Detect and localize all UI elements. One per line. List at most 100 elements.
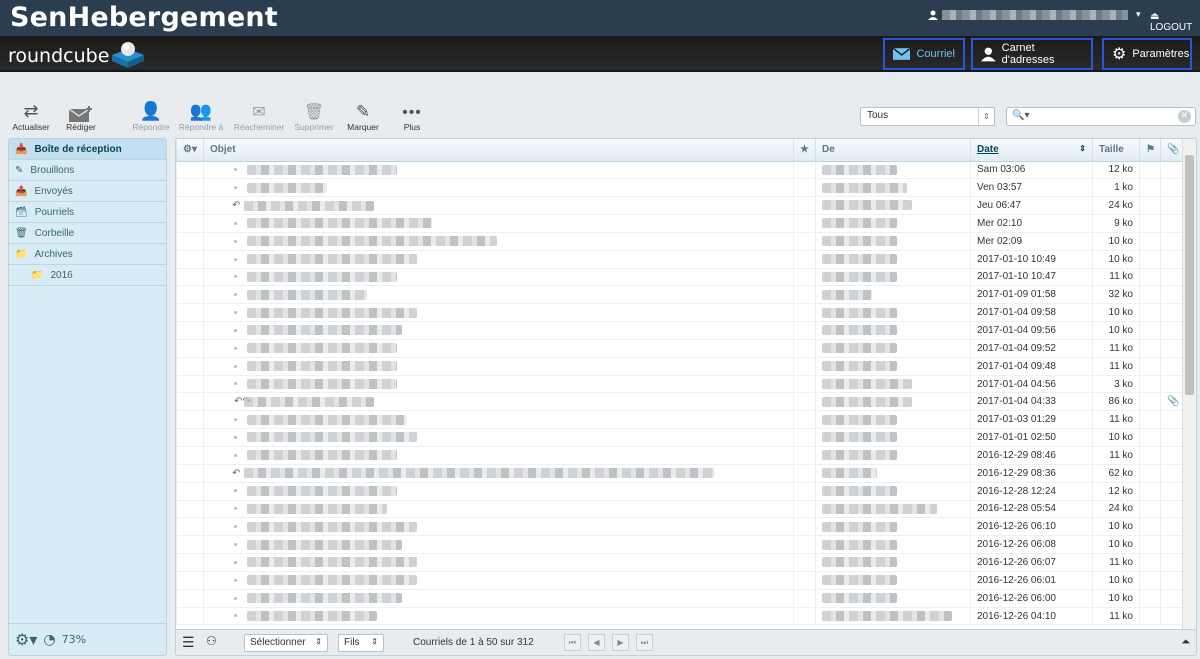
row-star[interactable] (793, 517, 816, 537)
row-star[interactable] (793, 339, 816, 358)
attachment-icon[interactable]: 📎 (1160, 139, 1185, 162)
row-flag[interactable] (1139, 196, 1161, 216)
row-flag[interactable] (1139, 321, 1161, 340)
table-row[interactable]: 2016-12-28 05:54 24 ko (176, 500, 1185, 519)
table-row[interactable]: 2017-01-04 09:48 11 ko (176, 357, 1185, 376)
row-flag[interactable] (1139, 607, 1161, 626)
row-star[interactable] (793, 232, 816, 251)
flag-icon[interactable]: ⚑ (1139, 139, 1161, 162)
more-button[interactable]: ••• Plus (386, 100, 438, 132)
row-flag[interactable] (1139, 268, 1161, 287)
row-flag[interactable] (1139, 589, 1161, 608)
row-star[interactable] (793, 482, 816, 501)
row-star[interactable] (793, 214, 816, 233)
table-row[interactable]: Mer 02:09 10 ko (176, 232, 1185, 251)
reply-all-button[interactable]: 👥 Répondre à (175, 100, 227, 132)
row-star[interactable] (793, 500, 816, 519)
row-flag[interactable] (1139, 375, 1161, 394)
row-star[interactable] (793, 410, 816, 430)
row-star[interactable] (793, 321, 816, 340)
compose-button[interactable]: Rédiger (55, 100, 107, 132)
table-row[interactable]: 2017-01-01 02:50 10 ko (176, 428, 1185, 447)
search-input[interactable]: 🔍▾ ✕ (1006, 107, 1196, 126)
column-date[interactable]: Date ⇕ (970, 139, 1093, 162)
row-star[interactable] (793, 375, 816, 394)
folder-archives[interactable]: 📁 Archives (9, 244, 166, 265)
row-star[interactable] (793, 589, 816, 608)
row-flag[interactable] (1139, 410, 1161, 430)
list-scrollbar[interactable] (1182, 139, 1196, 631)
next-page-button[interactable]: ▶ (612, 634, 629, 651)
row-flag[interactable] (1139, 357, 1161, 376)
row-flag[interactable] (1139, 250, 1161, 269)
row-flag[interactable] (1139, 285, 1161, 305)
row-star[interactable] (793, 196, 816, 216)
table-row[interactable]: ↶ 2016-12-29 08:36 62 ko (176, 464, 1185, 483)
nav-mail[interactable]: Courriel (883, 38, 965, 70)
delete-button[interactable]: 🗑 Supprimer (288, 100, 340, 132)
list-view-icon[interactable]: ☰ (182, 634, 195, 651)
row-star[interactable] (793, 535, 816, 555)
table-row[interactable]: 2016-12-26 06:08 10 ko (176, 535, 1185, 555)
scrollbar-thumb[interactable] (1185, 155, 1194, 395)
clear-search-icon[interactable]: ✕ (1178, 110, 1191, 123)
row-flag[interactable] (1139, 464, 1161, 483)
table-row[interactable]: 2017-01-04 09:52 11 ko (176, 339, 1185, 358)
row-flag[interactable] (1139, 392, 1161, 412)
row-flag[interactable] (1139, 500, 1161, 519)
row-flag[interactable] (1139, 553, 1161, 572)
threads-view-icon[interactable]: ⚇ (206, 634, 217, 648)
row-star[interactable] (793, 178, 816, 198)
row-flag[interactable] (1139, 303, 1161, 323)
row-flag[interactable] (1139, 339, 1161, 358)
select-dropdown[interactable]: Sélectionner ⇕ (244, 634, 328, 652)
star-icon[interactable]: ★ (793, 139, 816, 162)
row-flag[interactable] (1139, 517, 1161, 537)
row-flag[interactable] (1139, 571, 1161, 590)
list-options-gear-icon[interactable]: ⚙▾ (176, 139, 204, 162)
table-row[interactable]: 2016-12-28 12:24 12 ko (176, 482, 1185, 501)
table-row[interactable]: 2016-12-26 06:10 10 ko (176, 517, 1185, 537)
table-row[interactable]: 2017-01-03 01:29 11 ko (176, 410, 1185, 430)
row-star[interactable] (793, 161, 816, 180)
logout-link[interactable]: ⏏ LOGOUT (1150, 11, 1200, 33)
threads-dropdown[interactable]: Fils ⇕ (338, 634, 384, 652)
row-flag[interactable] (1139, 161, 1161, 180)
table-row[interactable]: 2016-12-26 06:00 10 ko (176, 589, 1185, 608)
user-menu[interactable]: ▾ (928, 10, 1141, 20)
reply-button[interactable]: 👤 Répondre (125, 100, 177, 132)
folder-junk[interactable]: 🗃 Pourriels (9, 202, 166, 223)
row-flag[interactable] (1139, 428, 1161, 447)
table-row[interactable]: 2016-12-26 04:10 11 ko (176, 607, 1185, 626)
folder-trash[interactable]: 🗑 Corbeille (9, 223, 166, 244)
row-star[interactable] (793, 571, 816, 590)
table-row[interactable]: Ven 03:57 1 ko (176, 178, 1185, 198)
folder-drafts[interactable]: ✎ Brouillons (9, 160, 166, 181)
table-row[interactable]: 2017-01-04 09:56 10 ko (176, 321, 1185, 340)
filter-select[interactable]: Tous ⇕ (860, 107, 995, 126)
first-page-button[interactable]: ⏮ (564, 634, 581, 651)
folder-inbox[interactable]: 📥 Boîte de réception (9, 139, 166, 160)
table-row[interactable]: ↶↷ 2017-01-04 04:33 86 ko 📎 (176, 392, 1185, 412)
folder-sent[interactable]: 📤 Envoyés (9, 181, 166, 202)
search-icon[interactable]: 🔍▾ (1012, 110, 1029, 121)
expand-preview-icon[interactable]: ⏶ (1181, 636, 1190, 649)
row-star[interactable] (793, 250, 816, 269)
row-flag[interactable] (1139, 178, 1161, 198)
row-star[interactable] (793, 446, 816, 465)
table-row[interactable]: Sam 03:06 12 ko (176, 161, 1185, 180)
row-star[interactable] (793, 392, 816, 412)
row-star[interactable] (793, 464, 816, 483)
row-star[interactable] (793, 428, 816, 447)
row-star[interactable] (793, 357, 816, 376)
table-row[interactable]: 2016-12-26 06:01 10 ko (176, 571, 1185, 590)
row-flag[interactable] (1139, 214, 1161, 233)
table-row[interactable]: ↶ Jeu 06:47 24 ko (176, 196, 1185, 216)
table-row[interactable]: 2017-01-04 04:56 3 ko (176, 375, 1185, 394)
table-row[interactable]: 2017-01-04 09:58 10 ko (176, 303, 1185, 323)
row-star[interactable] (793, 607, 816, 626)
row-star[interactable] (793, 553, 816, 572)
nav-addressbook[interactable]: Carnet d'adresses (971, 38, 1093, 70)
forward-button[interactable]: ✉ Réacheminer (233, 100, 285, 132)
folder-actions-gear-icon[interactable]: ⚙▾ (15, 630, 37, 649)
